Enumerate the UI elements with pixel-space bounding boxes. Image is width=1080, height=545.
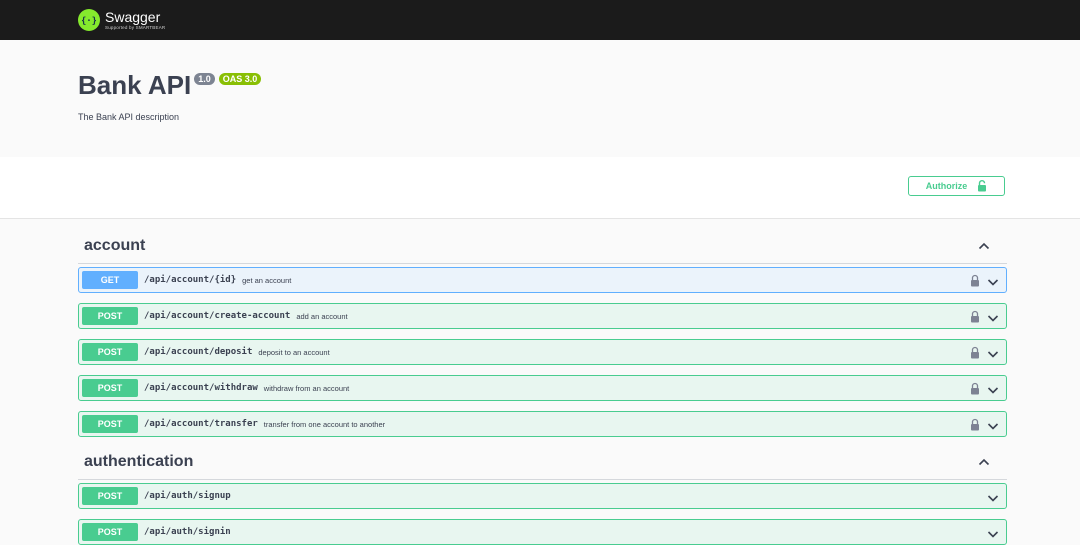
chevron-down-icon[interactable]: [987, 311, 999, 323]
method-badge: GET: [82, 271, 138, 289]
scheme-container: Authorize: [0, 157, 1080, 219]
operation-post-api-account-deposit[interactable]: POST/api/account/deposit deposit to an ac…: [78, 339, 1007, 365]
unlock-icon: [978, 180, 987, 192]
chevron-down-icon[interactable]: [987, 275, 999, 287]
operation-path: /api/account/transfer: [144, 419, 258, 429]
authorize-button[interactable]: Authorize: [908, 176, 1005, 196]
operation-summary: add an account: [296, 311, 348, 321]
api-description: The Bank API description: [78, 112, 180, 122]
api-info: Bank API 1.0 OAS 3.0 The Bank API descri…: [0, 40, 1080, 157]
method-badge: POST: [82, 307, 138, 325]
operation-summary: withdraw from an account: [263, 383, 350, 393]
operation-post-api-auth-signup[interactable]: POST/api/auth/signup: [78, 483, 1007, 509]
tag-section-authentication[interactable]: authentication: [78, 447, 1007, 480]
operation-path: /api/auth/signin: [144, 527, 231, 537]
lock-icon[interactable]: [970, 418, 980, 431]
operation-get-api-account-id[interactable]: GET/api/account/{id} get an account: [78, 267, 1007, 293]
method-badge: POST: [82, 343, 138, 361]
method-badge: POST: [82, 379, 138, 397]
operation-path: /api/account/withdraw: [144, 383, 258, 393]
chevron-up-icon[interactable]: [977, 455, 991, 469]
method-badge: POST: [82, 415, 138, 433]
operation-post-api-account-transfer[interactable]: POST/api/account/transfer transfer from o…: [78, 411, 1007, 437]
chevron-down-icon[interactable]: [987, 347, 999, 359]
oas-badge: OAS 3.0: [218, 73, 262, 85]
operation-summary: get an account: [242, 275, 292, 285]
operation-path: /api/account/create-account: [144, 311, 291, 321]
chevron-down-icon[interactable]: [987, 491, 999, 503]
swagger-logo[interactable]: {·} Swagger Supported by SMARTBEAR: [78, 7, 165, 33]
topbar: {·} Swagger Supported by SMARTBEAR: [0, 0, 1080, 40]
version-badge: 1.0: [194, 73, 215, 85]
method-badge: POST: [82, 487, 138, 505]
page-title: Bank API: [78, 70, 192, 100]
chevron-down-icon[interactable]: [987, 527, 999, 539]
tag-section-account[interactable]: account: [78, 231, 1007, 264]
lock-icon[interactable]: [970, 310, 980, 323]
swagger-logo-icon: {·}: [78, 9, 100, 31]
svg-text:{·}: {·}: [82, 17, 96, 27]
operation-post-api-account-create-account[interactable]: POST/api/account/create-account add an ac…: [78, 303, 1007, 329]
brand-sub: Supported by SMARTBEAR: [105, 24, 166, 30]
operation-post-api-account-withdraw[interactable]: POST/api/account/withdraw withdraw from a…: [78, 375, 1007, 401]
chevron-down-icon[interactable]: [987, 419, 999, 431]
method-badge: POST: [82, 523, 138, 541]
tag-title: authentication: [84, 453, 194, 470]
lock-icon[interactable]: [970, 346, 980, 359]
authorize-label: Authorize: [925, 181, 968, 191]
tag-title: account: [84, 237, 146, 254]
chevron-up-icon[interactable]: [977, 239, 991, 253]
operation-path: /api/account/{id}: [144, 275, 237, 285]
operation-path: /api/auth/signup: [144, 491, 231, 501]
lock-icon[interactable]: [970, 274, 980, 287]
operation-summary: transfer from one account to another: [263, 419, 386, 429]
brand-name: Swagger: [105, 8, 161, 25]
operation-path: /api/account/deposit: [144, 347, 253, 357]
lock-icon[interactable]: [970, 382, 980, 395]
chevron-down-icon[interactable]: [987, 383, 999, 395]
operation-post-api-auth-signin[interactable]: POST/api/auth/signin: [78, 519, 1007, 545]
operation-summary: deposit to an account: [258, 347, 330, 357]
